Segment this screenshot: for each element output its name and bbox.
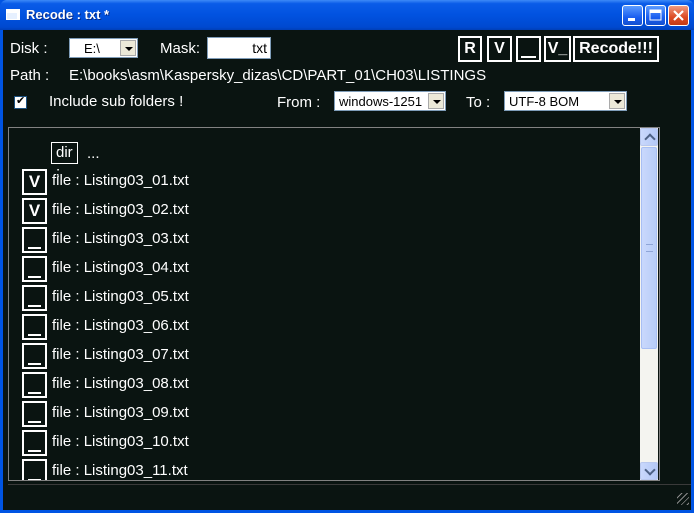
file-toggle[interactable]: V [22, 198, 47, 224]
v-button[interactable]: V [487, 36, 512, 62]
from-encoding-select[interactable]: windows-1251 [334, 91, 446, 111]
file-toggle[interactable] [22, 314, 47, 340]
v-underscore-button[interactable]: V_ [544, 36, 571, 62]
window-icon [6, 9, 20, 20]
file-toggle[interactable] [22, 343, 47, 369]
underscore-icon [521, 56, 536, 58]
mask-input[interactable]: txt [207, 37, 271, 59]
window-title: Recode : txt * [26, 7, 110, 22]
disk-select[interactable]: E:\ [69, 38, 138, 58]
file-toggle[interactable] [22, 227, 47, 253]
recode-button[interactable]: Recode!!! [573, 36, 659, 62]
file-label: file : Listing03_04.txt [52, 259, 189, 276]
file-list[interactable]: dir : ... V file : Listing03_01.txt V fi… [8, 127, 660, 481]
scroll-down-button[interactable] [640, 462, 658, 480]
status-bar [8, 484, 691, 507]
include-subfolders-label: Include sub folders ! [49, 93, 184, 110]
r-button[interactable]: R [458, 36, 482, 62]
file-label: file : Listing03_09.txt [52, 404, 189, 421]
from-encoding-value: windows-1251 [339, 94, 423, 109]
file-toggle[interactable] [22, 401, 47, 427]
minimize-button[interactable] [622, 5, 643, 26]
client-area: Disk : E:\ Mask: txt R V V_ Recode!!! Pa… [3, 30, 691, 510]
close-icon [673, 10, 684, 21]
include-subfolders-checkbox[interactable] [14, 94, 27, 109]
maximize-icon [649, 9, 662, 21]
file-label: file : Listing03_07.txt [52, 346, 189, 363]
file-label: file : Listing03_01.txt [52, 172, 189, 189]
to-encoding-value: UTF-8 BOM [509, 94, 580, 109]
blank-button[interactable] [516, 36, 541, 62]
file-label: file : Listing03_05.txt [52, 288, 189, 305]
maximize-button[interactable] [645, 5, 666, 26]
file-label: file : Listing03_03.txt [52, 230, 189, 247]
from-label: From : [277, 94, 321, 111]
vertical-scrollbar[interactable] [640, 128, 658, 480]
to-label: To : [466, 94, 491, 111]
file-toggle[interactable] [22, 459, 47, 480]
title-bar[interactable]: Recode : txt * [0, 0, 694, 30]
file-toggle[interactable] [22, 285, 47, 311]
file-label: file : Listing03_10.txt [52, 433, 189, 450]
dir-tag: dir : [51, 142, 78, 181]
disk-label: Disk : [10, 40, 48, 57]
scroll-up-button[interactable] [640, 128, 658, 146]
file-label: file : Listing03_02.txt [52, 201, 189, 218]
to-encoding-select[interactable]: UTF-8 BOM [504, 91, 627, 111]
chevron-down-icon[interactable] [120, 40, 136, 56]
chevron-down-icon[interactable] [609, 93, 625, 109]
path-value: E:\books\asm\Kaspersky_dizas\CD\PART_01\… [69, 67, 487, 84]
close-button[interactable] [668, 5, 689, 26]
file-toggle[interactable] [22, 372, 47, 398]
file-label: file : Listing03_08.txt [52, 375, 189, 392]
file-label: file : Listing03_11.txt [52, 462, 188, 479]
file-label: file : Listing03_06.txt [52, 317, 189, 334]
file-toggle[interactable]: V [22, 169, 47, 195]
path-label: Path : [10, 67, 50, 84]
minimize-icon [628, 18, 635, 21]
file-toggle[interactable] [22, 430, 47, 456]
app-window: Recode : txt * Disk : E:\ Mask: txt R V … [0, 0, 694, 513]
file-toggle[interactable] [22, 256, 47, 282]
resize-grip-icon[interactable] [677, 493, 689, 505]
dir-name: ... [87, 145, 100, 162]
chevron-down-icon[interactable] [428, 93, 444, 109]
disk-value: E:\ [84, 41, 100, 56]
mask-label: Mask: [160, 40, 201, 57]
scroll-thumb[interactable] [641, 147, 657, 349]
